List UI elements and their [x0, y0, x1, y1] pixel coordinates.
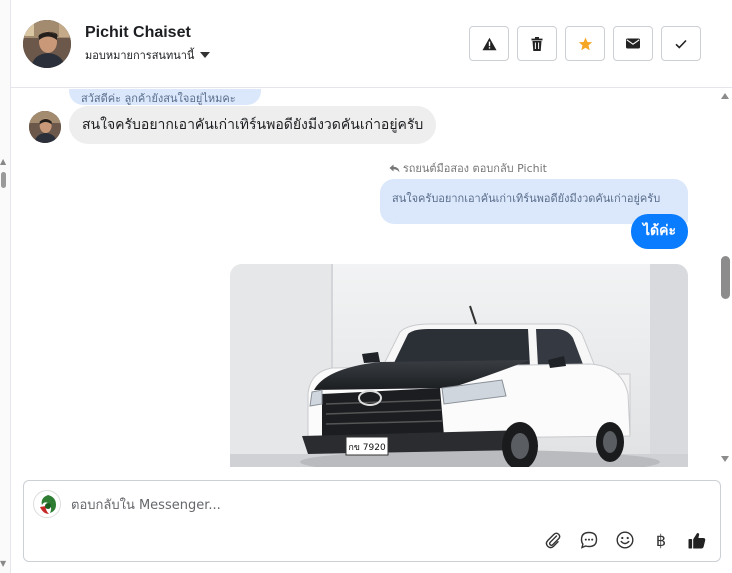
- mail-button[interactable]: [613, 26, 653, 61]
- chat-bubble-icon: [580, 531, 598, 549]
- left-panel-edge: ▲ ▼: [0, 0, 11, 573]
- conversation-header: Pichit Chaiset มอบหมายการสนทนานี้: [11, 0, 732, 88]
- done-button[interactable]: [661, 26, 701, 61]
- star-icon: [578, 37, 592, 50]
- like-button[interactable]: [686, 529, 708, 551]
- reply-meta-text: รถยนต์มือสอง ตอบกลับ Pichit: [402, 162, 547, 175]
- thread-scrollbar[interactable]: [719, 89, 732, 467]
- check-icon: [675, 39, 687, 49]
- attach-button[interactable]: [542, 529, 564, 551]
- saved-replies-button[interactable]: [578, 529, 600, 551]
- payment-button[interactable]: ฿: [650, 529, 672, 551]
- trash-icon: [531, 36, 543, 51]
- smiley-icon: [616, 531, 634, 549]
- star-button[interactable]: [565, 26, 605, 61]
- reply-input[interactable]: [71, 495, 671, 515]
- pickup-truck-image: กข 7920: [230, 264, 688, 467]
- header-actions: [469, 26, 701, 61]
- composer-toolbar: ฿: [542, 529, 708, 551]
- avatar-photo: [29, 111, 61, 143]
- license-plate-text: กข 7920: [348, 443, 386, 453]
- avatar-photo: [23, 20, 71, 68]
- envelope-icon: [626, 38, 640, 49]
- message-thread[interactable]: สวัสดีค่ะ ลูกค้ายังสนใจอยู่ไหมคะ สนใจครั…: [11, 89, 719, 467]
- reply-meta: รถยนต์มือสอง ตอบกลับ Pichit: [389, 159, 547, 177]
- left-scroll-thumb[interactable]: [1, 172, 6, 188]
- paperclip-icon: [545, 532, 561, 549]
- thumbs-up-icon: [688, 532, 706, 548]
- scroll-thumb[interactable]: [721, 256, 730, 299]
- scroll-down-icon[interactable]: [721, 456, 729, 462]
- delete-button[interactable]: [517, 26, 557, 61]
- page-avatar: [33, 490, 61, 518]
- assign-label: มอบหมายการสนทนานี้: [85, 49, 195, 62]
- baht-icon: ฿: [655, 530, 667, 550]
- incoming-message-bubble[interactable]: สนใจครับอยากเอาคันเก่าเทิร์นพอดียังมีงวด…: [69, 106, 437, 144]
- warning-icon: [482, 37, 496, 50]
- contact-avatar[interactable]: [23, 20, 71, 68]
- left-scroll-up-icon[interactable]: ▲: [0, 158, 6, 166]
- assign-conversation-dropdown[interactable]: มอบหมายการสนทนานี้: [85, 46, 211, 64]
- reply-composer: ฿: [23, 480, 721, 562]
- sender-avatar[interactable]: [29, 111, 61, 143]
- chevron-down-icon: [200, 52, 211, 58]
- previous-message-bubble: สวัสดีค่ะ ลูกค้ายังสนใจอยู่ไหมคะ: [69, 89, 261, 105]
- contact-name: Pichit Chaiset: [85, 24, 191, 41]
- left-scroll-down-icon[interactable]: ▼: [0, 560, 6, 568]
- car-photo-attachment[interactable]: กข 7920: [230, 264, 688, 467]
- emoji-button[interactable]: [614, 529, 636, 551]
- page-logo-icon: [35, 492, 60, 517]
- report-button[interactable]: [469, 26, 509, 61]
- scroll-up-icon[interactable]: [721, 93, 729, 99]
- reply-arrow-icon: [389, 164, 400, 172]
- outgoing-message-bubble[interactable]: ได้ค่ะ: [630, 214, 688, 249]
- messenger-inbox-window: ▲ ▼ Pichit Chaiset มอบหมายการสนทนานี้ สว…: [0, 0, 732, 573]
